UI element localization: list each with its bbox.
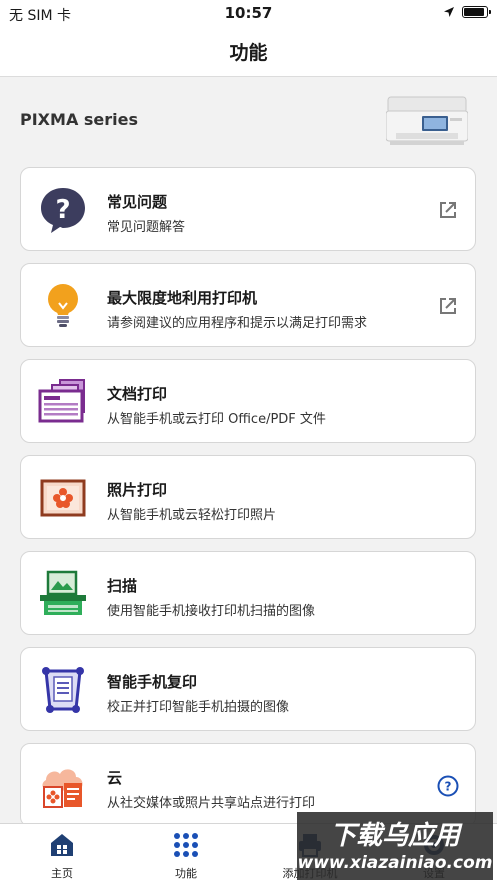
smartphone-copy-icon (42, 667, 84, 713)
card-document-print[interactable]: 文档打印 从智能手机或云打印 Office/PDF 文件 (20, 359, 476, 443)
card-subtitle: 使用智能手机接收打印机扫描的图像 (107, 604, 316, 619)
location-arrow-icon (444, 7, 454, 17)
card-scan[interactable]: 扫描 使用智能手机接收打印机扫描的图像 (20, 551, 476, 635)
svg-text:?: ? (55, 195, 70, 225)
card-subtitle: 从社交媒体或照片共享站点进行打印 (107, 796, 316, 811)
cloud-print-icon (42, 769, 83, 808)
card-photo-print[interactable]: 照片打印 从智能手机或云轻松打印照片 (20, 455, 476, 539)
watermark-logo: 下载乌应用 www.xiazainiao.com (297, 812, 493, 880)
battery-icon (462, 6, 491, 18)
card-subtitle: 从智能手机或云打印 Office/PDF 文件 (107, 412, 326, 427)
card-smartphone-copy[interactable]: 智能手机复印 校正并打印智能手机拍摄的图像 (20, 647, 476, 731)
external-link-icon (440, 202, 456, 218)
card-subtitle: 常见问题解答 (107, 220, 186, 235)
status-time: 10:57 (224, 4, 273, 22)
card-tips[interactable]: 最大限度地利用打印机 请参阅建议的应用程序和提示以满足打印需求 (20, 263, 476, 347)
home-icon (51, 834, 73, 856)
question-bubble-icon: ? (41, 188, 85, 233)
printer-image (386, 96, 468, 145)
lightbulb-icon (48, 284, 78, 327)
navigation-bar: 功能 (0, 26, 497, 77)
card-title: 扫描 (107, 577, 138, 595)
card-title: 文档打印 (107, 385, 168, 403)
svg-text:www.xiazainiao.com: www.xiazainiao.com (298, 853, 493, 873)
battery-fill (464, 8, 484, 16)
document-print-icon (38, 379, 85, 423)
card-subtitle: 从智能手机或云轻松打印照片 (107, 508, 277, 523)
scan-icon (40, 570, 86, 615)
card-title: 常见问题 (107, 193, 168, 211)
card-title: 智能手机复印 (107, 673, 198, 691)
card-title: 最大限度地利用打印机 (107, 289, 258, 307)
card-subtitle: 请参阅建议的应用程序和提示以满足打印需求 (107, 316, 368, 331)
tab-label: 主页 (51, 867, 73, 880)
printer-header[interactable]: PIXMA series (0, 77, 497, 157)
tab-features[interactable]: 功能 (124, 824, 248, 884)
card-title: 照片打印 (107, 481, 168, 499)
printer-name: PIXMA series (20, 110, 139, 129)
grid-dots-icon (174, 833, 198, 857)
svg-text:下载乌应用: 下载乌应用 (330, 821, 463, 851)
tab-home[interactable]: 主页 (0, 824, 124, 884)
external-link-icon (440, 298, 456, 314)
page-title: 功能 (229, 42, 268, 64)
photo-print-icon (40, 479, 86, 517)
card-title: 云 (107, 769, 123, 787)
status-bar: 无 SIM 卡 10:57 (0, 0, 497, 26)
tab-label: 功能 (175, 867, 197, 880)
svg-text:?: ? (445, 780, 452, 794)
help-circle-icon[interactable]: ? (437, 775, 459, 797)
card-faq[interactable]: ? 常见问题 常见问题解答 (20, 167, 476, 251)
card-subtitle: 校正并打印智能手机拍摄的图像 (107, 700, 290, 715)
